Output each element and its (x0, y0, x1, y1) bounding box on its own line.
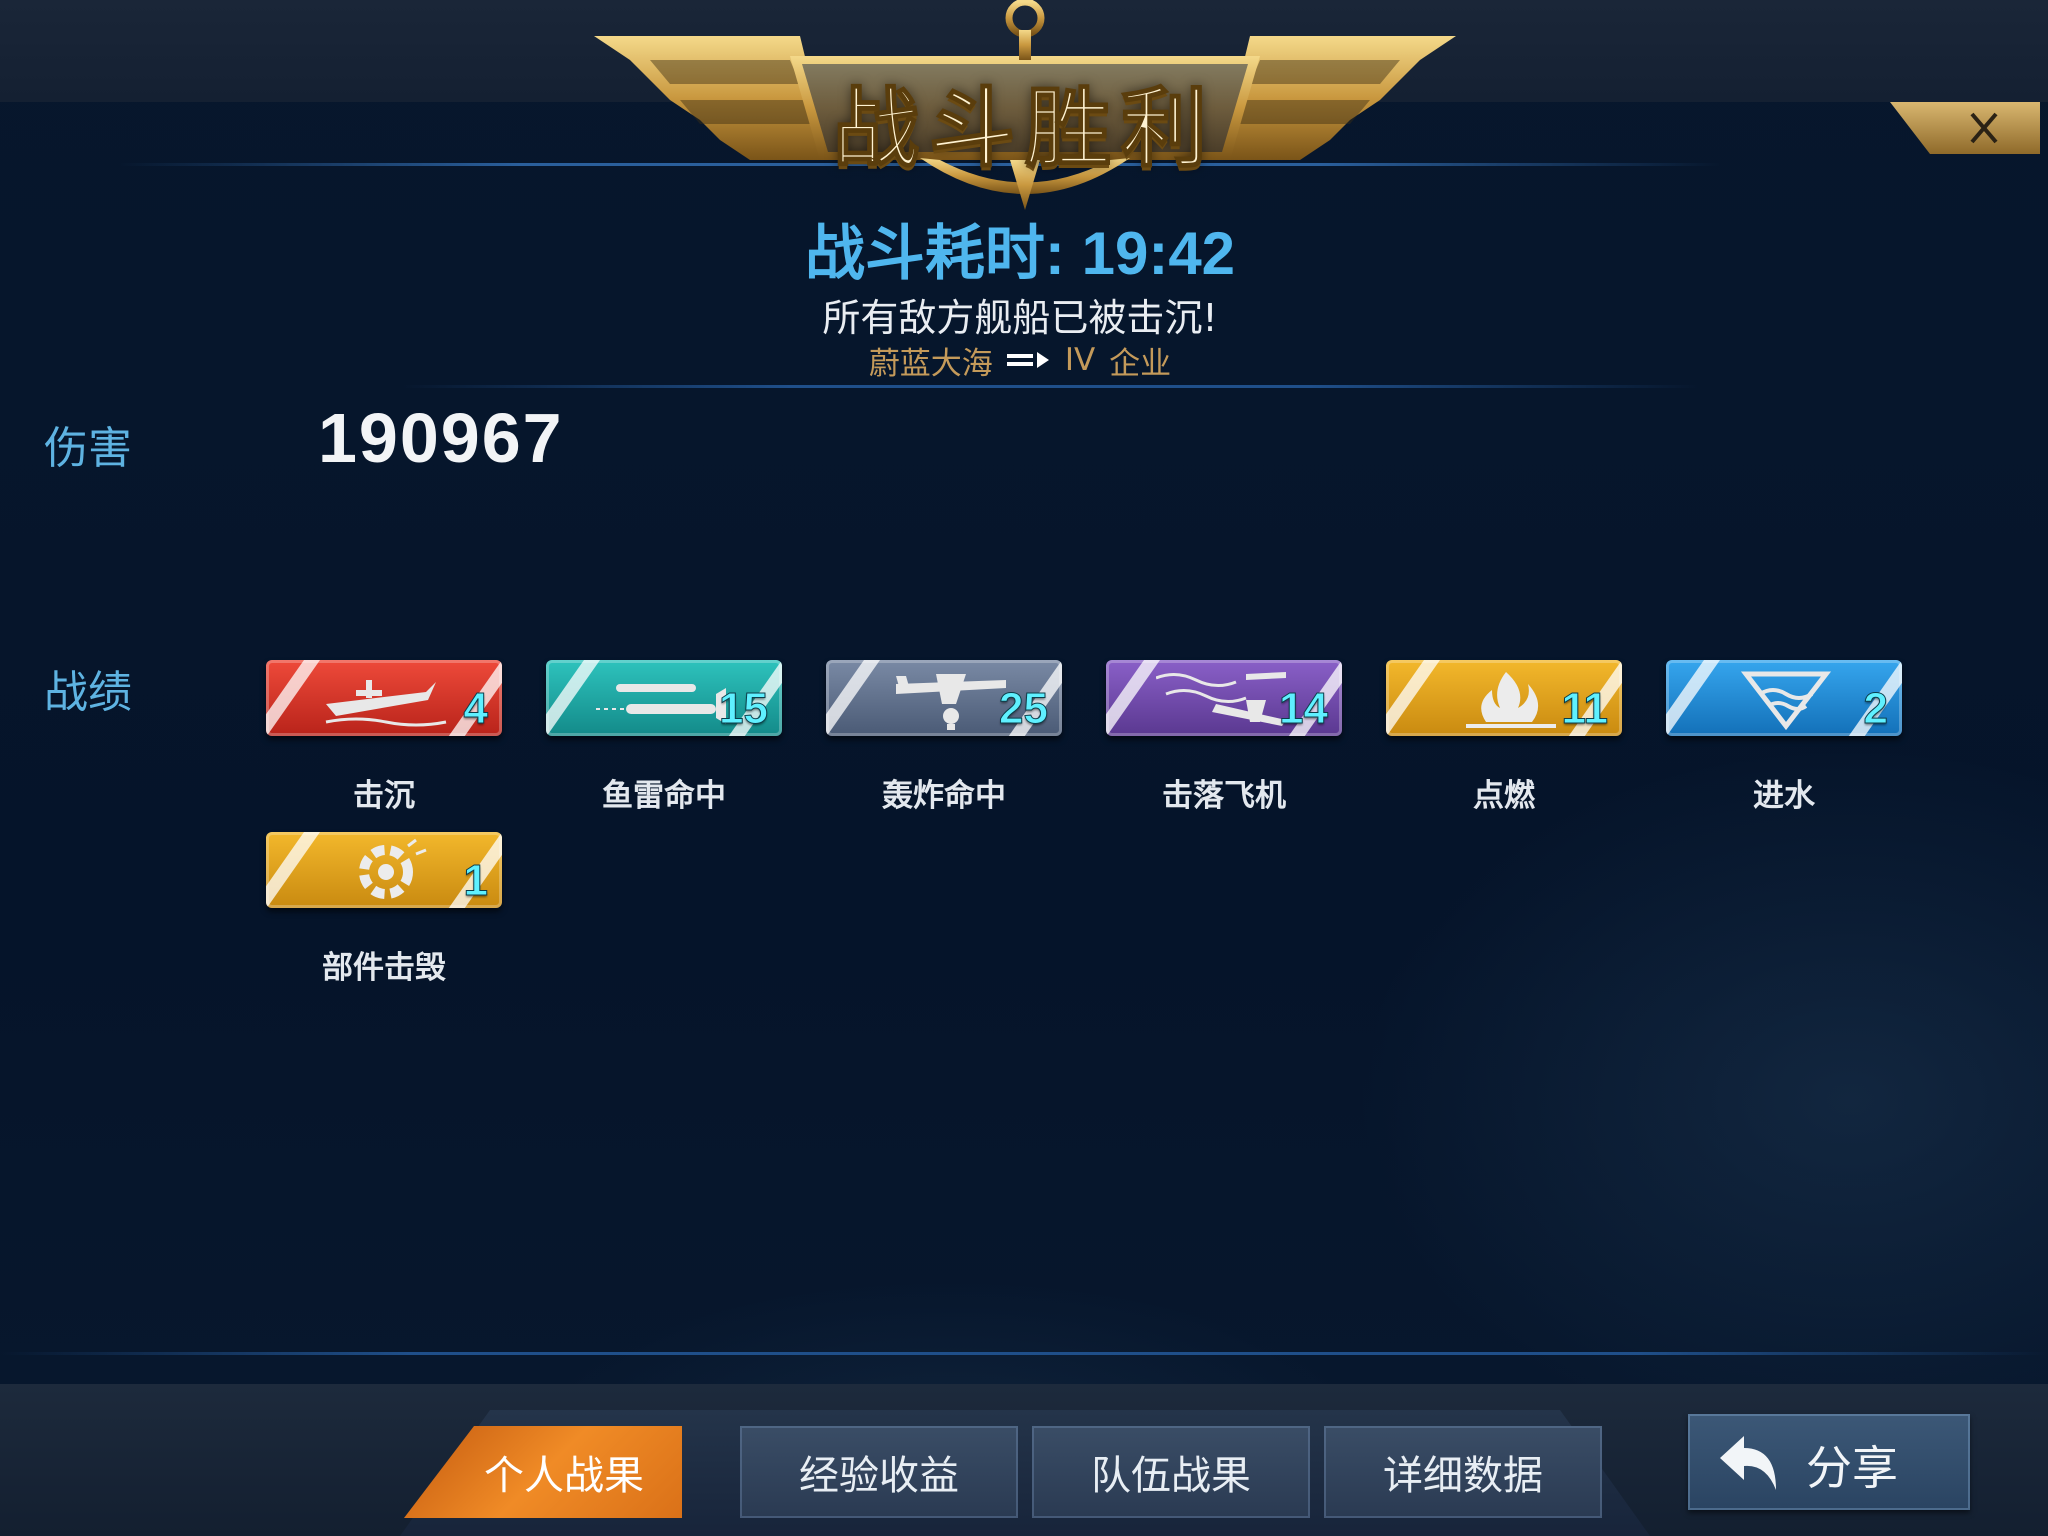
bomber-icon (896, 674, 1006, 730)
badge-module-destroyed: 1 (266, 832, 502, 910)
ship-sinking-icon (325, 680, 447, 727)
badge-count: 11 (1561, 684, 1609, 734)
victory-title: 战斗胜利 (832, 78, 1217, 180)
ship-name: 企业 (1109, 345, 1172, 382)
badge-count: 25 (999, 684, 1049, 734)
damage-value: 190967 (318, 399, 564, 477)
footer-divider (0, 1352, 2048, 1355)
badge-torpedo: 15 (546, 660, 782, 738)
badge-count: 1 (463, 856, 489, 906)
badge-caption: 击落飞机 (1162, 778, 1286, 814)
battle-duration: 战斗耗时: 19:42 (700, 205, 1340, 287)
badge-caption: 击沉 (353, 778, 415, 814)
battle-route: 蔚蓝大海 IV 企业 (700, 337, 1340, 383)
badge-caption: 进水 (1753, 778, 1815, 814)
badge-fire: 11 (1386, 660, 1622, 738)
badge-caption: 鱼雷命中 (602, 778, 726, 814)
badge-caption: 轰炸命中 (882, 778, 1006, 814)
badge-caption: 部件击毁 (322, 950, 446, 986)
share-arrow-icon (1720, 1436, 1776, 1490)
badge-flooding: 2 (1666, 660, 1902, 738)
duration-value: 19:42 (1081, 220, 1236, 287)
tab-detailed-data[interactable]: 详细数据 (1324, 1426, 1602, 1518)
badge-count: 2 (1863, 684, 1889, 734)
share-button[interactable]: 分享 (1688, 1414, 1970, 1510)
map-name: 蔚蓝大海 (868, 345, 993, 382)
plane-shot-down-icon (1156, 672, 1286, 726)
share-label: 分享 (1806, 1441, 1898, 1495)
badge-sink: 4 (266, 660, 502, 738)
summary-divider (400, 385, 1700, 388)
badge-count: 15 (719, 684, 769, 734)
badge-count: 14 (1279, 684, 1329, 734)
close-icon (1890, 102, 2040, 154)
close-button[interactable] (1890, 102, 2040, 154)
result-text: 所有敌方舰船已被击沉! (822, 296, 1218, 340)
badge-planes-shot-down: 14 (1106, 660, 1342, 738)
arrow-right-icon (1006, 352, 1049, 368)
fire-icon (1466, 672, 1556, 728)
flooding-icon (1740, 671, 1832, 731)
records-label: 战绩 (44, 667, 132, 718)
duration-label: 战斗耗时: (804, 220, 1065, 287)
badge-caption: 点燃 (1473, 778, 1535, 814)
ship-tier: IV (1064, 342, 1096, 378)
tab-experience[interactable]: 经验收益 (740, 1426, 1018, 1518)
badge-bombing: 25 (826, 660, 1062, 738)
badge-count: 4 (463, 684, 489, 734)
module-destroyed-icon (359, 838, 427, 899)
damage-label: 伤害 (44, 423, 132, 474)
torpedo-icon (596, 684, 726, 724)
tab-team-results[interactable]: 队伍战果 (1032, 1426, 1310, 1518)
